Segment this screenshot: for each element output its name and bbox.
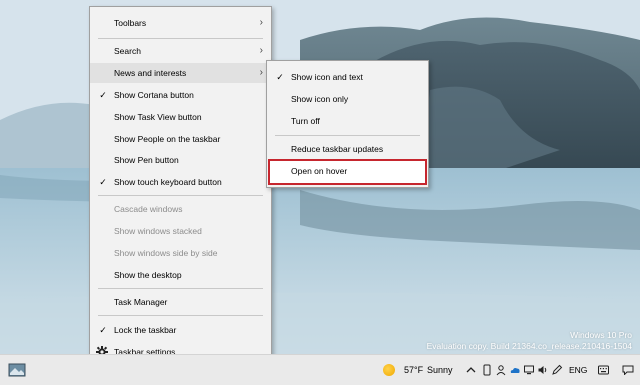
menu-item-label: Open on hover — [291, 166, 348, 176]
checkmark-icon: ✓ — [99, 325, 107, 335]
menu-item-show-people[interactable]: Show People on the taskbar — [90, 129, 271, 149]
menu-item-label: Show windows side by side — [114, 248, 218, 258]
menu-item-label: Show People on the taskbar — [114, 134, 221, 144]
menu-item-label: News and interests — [114, 68, 187, 78]
chevron-right-icon: › — [259, 67, 263, 78]
sun-icon[interactable] — [383, 364, 395, 376]
menu-item-show-cortana-button[interactable]: ✓ Show Cortana button — [90, 85, 271, 105]
watermark-build: Evaluation copy. Build 21364.co_release.… — [426, 341, 632, 351]
menu-separator — [275, 135, 420, 136]
pen-icon[interactable] — [551, 364, 563, 376]
taskbar-context-menu: Toolbars › Search › News and interests ›… — [89, 6, 272, 366]
menu-item-label: Show Cortana button — [114, 90, 194, 100]
menu-item-label: Show touch keyboard button — [114, 177, 222, 187]
menu-item-show-pen-button[interactable]: Show Pen button — [90, 150, 271, 170]
checkmark-icon: ✓ — [276, 72, 284, 82]
menu-item-label: Cascade windows — [114, 204, 183, 214]
menu-item-label: Task Manager — [114, 297, 168, 307]
network-icon[interactable] — [523, 364, 535, 376]
chevron-right-icon: › — [259, 17, 263, 28]
menu-separator — [98, 38, 263, 39]
language-indicator[interactable]: ENG — [569, 355, 587, 385]
menu-item-show-task-view-button[interactable]: Show Task View button — [90, 107, 271, 127]
menu-separator — [98, 195, 263, 196]
submenu-item-turn-off[interactable]: Turn off — [267, 111, 428, 131]
submenu-item-reduce-taskbar-updates[interactable]: Reduce taskbar updates — [267, 139, 428, 159]
watermark-edition: Windows 10 Pro — [570, 330, 632, 340]
people-icon[interactable] — [495, 364, 507, 376]
submenu-item-show-icon-and-text[interactable]: ✓ Show icon and text — [267, 67, 428, 87]
volume-icon[interactable] — [537, 364, 549, 376]
menu-item-label: Show the desktop — [114, 270, 182, 280]
chevron-right-icon: › — [259, 45, 263, 56]
menu-item-show-the-desktop[interactable]: Show the desktop — [90, 265, 271, 285]
menu-item-lock-the-taskbar[interactable]: ✓ Lock the taskbar — [90, 320, 271, 340]
menu-item-label: Toolbars — [114, 18, 147, 28]
menu-separator — [98, 315, 263, 316]
phone-link-icon[interactable] — [481, 364, 493, 376]
taskbar: 57°F Sunny ENG — [0, 354, 640, 385]
notification-icon[interactable] — [622, 365, 634, 375]
menu-separator — [98, 288, 263, 289]
onedrive-cloud-icon[interactable] — [509, 364, 521, 376]
submenu-item-open-on-hover[interactable]: Open on hover — [267, 161, 428, 181]
chevron-up-icon[interactable] — [465, 364, 477, 376]
submenu-item-show-icon-only[interactable]: Show icon only — [267, 89, 428, 109]
menu-item-label: Reduce taskbar updates — [291, 144, 384, 154]
menu-item-toolbars[interactable]: Toolbars › — [90, 13, 271, 33]
weather-condition[interactable]: Sunny — [427, 355, 453, 385]
menu-item-label: Search — [114, 46, 141, 56]
menu-item-show-windows-side-by-side: Show windows side by side — [90, 243, 271, 263]
menu-item-news-and-interests[interactable]: News and interests › — [90, 63, 271, 83]
menu-item-label: Show icon and text — [291, 72, 363, 82]
menu-item-label: Show icon only — [291, 94, 349, 104]
news-and-interests-submenu: ✓ Show icon and text Show icon only Turn… — [266, 60, 429, 188]
checkmark-icon: ✓ — [99, 90, 107, 100]
menu-item-label: Lock the taskbar — [114, 325, 177, 335]
keyboard-icon[interactable] — [598, 365, 609, 375]
desktop-preview-icon[interactable] — [8, 361, 26, 379]
menu-item-label: Show Task View button — [114, 112, 202, 122]
menu-item-label: Show Pen button — [114, 155, 179, 165]
menu-item-label: Show windows stacked — [114, 226, 202, 236]
checkmark-icon: ✓ — [99, 177, 107, 187]
menu-item-task-manager[interactable]: Task Manager — [90, 292, 271, 312]
menu-item-label: Turn off — [291, 116, 320, 126]
menu-item-cascade-windows: Cascade windows — [90, 199, 271, 219]
menu-item-show-touch-keyboard[interactable]: ✓ Show touch keyboard button — [90, 172, 271, 192]
menu-item-show-windows-stacked: Show windows stacked — [90, 221, 271, 241]
weather-temperature[interactable]: 57°F — [404, 355, 423, 385]
menu-item-search[interactable]: Search › — [90, 41, 271, 61]
